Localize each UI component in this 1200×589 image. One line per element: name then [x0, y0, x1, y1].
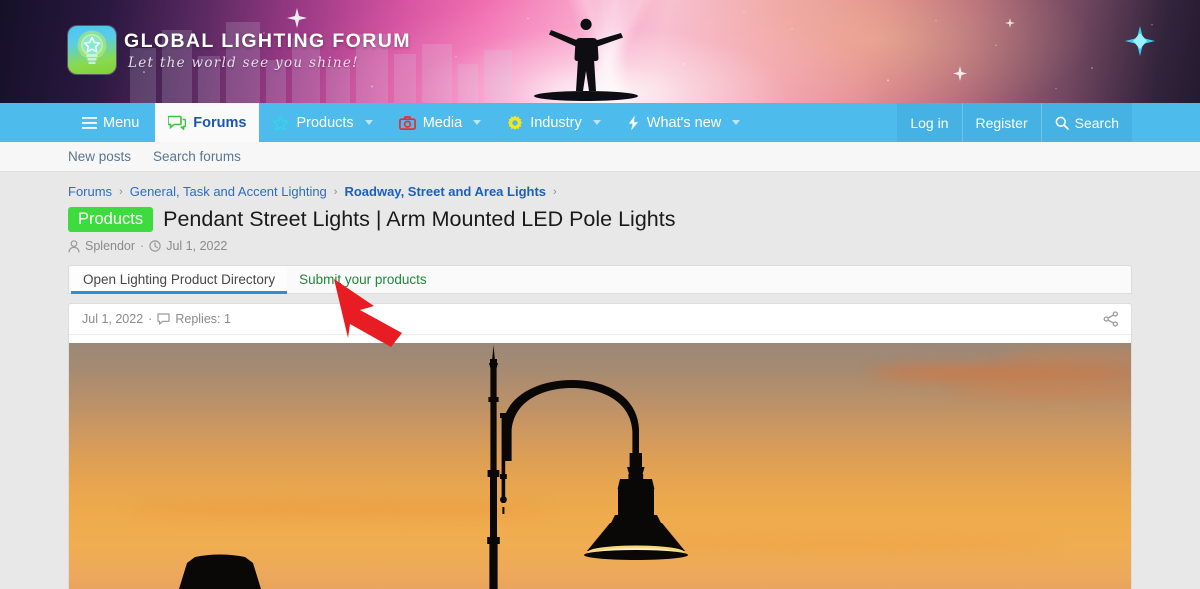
breadcrumb-item-forums[interactable]: Forums: [68, 184, 112, 199]
chevron-down-icon: [473, 120, 482, 125]
nav-label-products: Products: [296, 114, 354, 131]
breadcrumb-separator: ›: [119, 185, 123, 198]
post-meta: Jul 1, 2022 · Replies: 1: [82, 312, 231, 326]
search-label: Search: [1074, 114, 1119, 131]
menu-label: Menu: [103, 114, 140, 131]
camera-icon: [398, 115, 416, 130]
secondary-navigation: New posts Search forums: [0, 142, 1200, 172]
subnav-search-forums[interactable]: Search forums: [153, 149, 241, 164]
nav-label-forums: Forums: [193, 114, 247, 131]
chevron-down-icon: [592, 120, 601, 125]
street-lamp-silhouette: [179, 345, 688, 589]
register-label: Register: [975, 114, 1028, 131]
nav-label-media: Media: [422, 114, 463, 131]
chevron-down-icon: [732, 120, 741, 125]
chevron-down-icon: [364, 120, 373, 125]
star-outline-icon: [273, 114, 289, 130]
nav-item-whats-new[interactable]: What's new: [614, 103, 754, 142]
breadcrumb-item-roadway-street[interactable]: Roadway, Street and Area Lights: [344, 184, 546, 199]
person-icon: [68, 240, 80, 253]
content-tabs: Open Lighting Product Directory Submit y…: [68, 265, 1132, 295]
breadcrumb-separator: ›: [333, 185, 338, 198]
login-button[interactable]: Log in: [897, 103, 962, 142]
prefix-badge-products[interactable]: Products: [68, 207, 154, 233]
foreground-object-silhouette: [179, 554, 261, 589]
title-row: Products Pendant Street Lights | Arm Mou…: [68, 207, 1132, 233]
hamburger-icon: [82, 116, 97, 129]
nav-right-group: Log in Register Search: [897, 103, 1200, 142]
thread-author[interactable]: Splendor: [85, 239, 135, 253]
clock-icon: [149, 240, 161, 253]
page-title: Pendant Street Lights | Arm Mounted LED …: [163, 207, 676, 232]
breadcrumb-separator: ›: [553, 185, 557, 198]
site-logo[interactable]: [68, 26, 116, 74]
person-arms-outstretched-silhouette: [534, 18, 638, 101]
nav-item-forums[interactable]: Forums: [155, 103, 260, 142]
main-navigation: Menu Forums Products Media Industry What…: [0, 103, 1200, 142]
breadcrumb: Forums › General, Task and Accent Lighti…: [68, 172, 1132, 199]
speech-bubble-icon: [157, 313, 170, 326]
nav-item-media[interactable]: Media: [386, 103, 495, 142]
thread-meta: Splendor · Jul 1, 2022: [68, 239, 1132, 253]
post-header: Jul 1, 2022 · Replies: 1: [69, 304, 1131, 336]
tab-submit-your-products[interactable]: Submit your products: [287, 266, 439, 293]
tab-label: Open Lighting Product Directory: [83, 272, 276, 288]
login-label: Log in: [910, 114, 949, 131]
nav-left-group: Menu Forums Products Media Industry What…: [0, 103, 753, 142]
gear-icon: [507, 115, 523, 130]
post-date[interactable]: Jul 1, 2022: [82, 312, 143, 326]
thread-date: Jul 1, 2022: [166, 239, 228, 254]
nav-item-industry[interactable]: Industry: [494, 103, 614, 142]
speech-bubbles-icon: [168, 115, 187, 130]
search-button[interactable]: Search: [1040, 103, 1132, 142]
brand-title: GLOBAL LIGHTING FORUM: [124, 30, 411, 52]
register-button[interactable]: Register: [961, 103, 1041, 142]
lightbulb-star-logo-icon: [77, 30, 107, 64]
star-burst-icon: [1125, 26, 1155, 56]
menu-button[interactable]: Menu: [68, 103, 155, 142]
meta-separator: ·: [140, 239, 145, 254]
brand-tagline: Let the world see you shine!: [128, 55, 359, 71]
post-image: [69, 343, 1131, 589]
subnav-new-posts[interactable]: New posts: [68, 149, 131, 164]
page-body: Forums › General, Task and Accent Lighti…: [0, 172, 1200, 589]
nav-item-products[interactable]: Products: [259, 103, 385, 142]
post-replies: Replies: 1: [175, 312, 231, 327]
breadcrumb-item-general-lighting[interactable]: General, Task and Accent Lighting: [130, 184, 327, 199]
tab-label: Submit your products: [299, 272, 427, 288]
nav-label-industry: Industry: [530, 114, 582, 131]
tab-open-lighting-product-directory[interactable]: Open Lighting Product Directory: [71, 266, 288, 295]
magnifier-icon: [1055, 116, 1069, 130]
nav-label-whats-new: What's new: [646, 114, 722, 131]
post-meta-separator: ·: [148, 312, 153, 327]
site-banner: GLOBAL LIGHTING FORUM Let the world see …: [0, 0, 1200, 103]
post-card: Jul 1, 2022 · Replies: 1: [68, 303, 1132, 589]
lightning-bolt-icon: [628, 115, 638, 130]
share-icon[interactable]: [1103, 311, 1119, 328]
